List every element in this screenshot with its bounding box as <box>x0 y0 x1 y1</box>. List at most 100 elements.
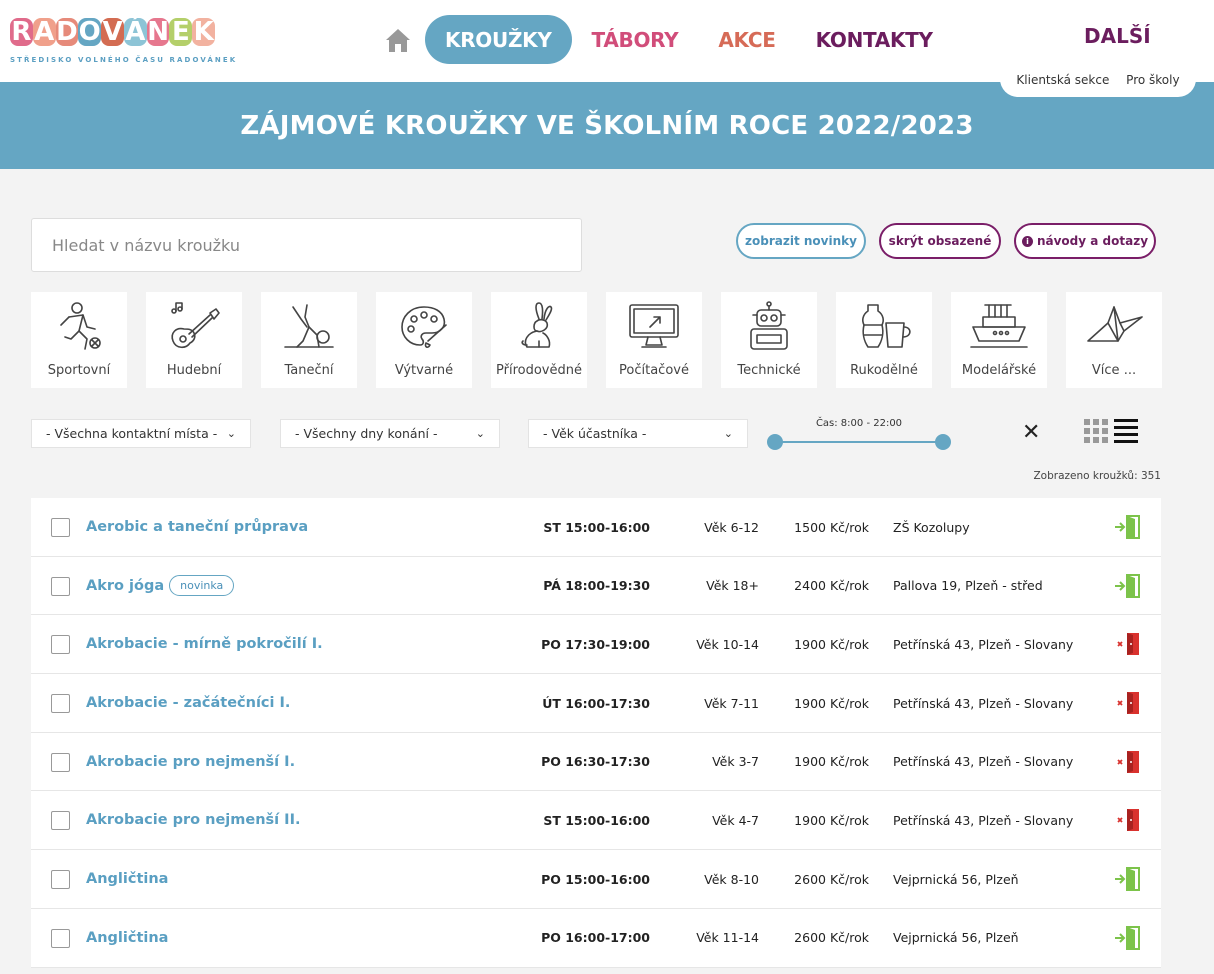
site-logo[interactable]: RADOVÁNEK STŘEDISKO VOLNÉHO ČASU RADOVÁN… <box>10 17 235 70</box>
category-hudebni[interactable]: Hudební <box>146 292 242 388</box>
enter-door-icon[interactable] <box>1113 866 1141 892</box>
course-name[interactable]: Angličtina <box>86 909 168 967</box>
full-door-icon <box>1117 809 1139 832</box>
category-pocitacove[interactable]: Počítačové <box>606 292 702 388</box>
course-place: Vejprnická 56, Plzeň <box>893 871 1019 887</box>
hide-full-button[interactable]: skrýt obsazené <box>879 223 1001 259</box>
days-select[interactable]: - Všechny dny konání - ⌄ <box>280 419 500 448</box>
course-age: Věk 3-7 <box>712 754 759 770</box>
nav-kontakty[interactable]: KONTAKTY <box>796 15 953 64</box>
course-name-text: Aerobic a taneční průprava <box>86 519 309 535</box>
logo-wordmark: RADOVÁNEK <box>10 17 216 47</box>
category-list: Sportovní Hudební Taneční Výtvarné Příro… <box>31 292 1162 388</box>
course-price: 2600 Kč/rok <box>794 930 869 946</box>
course-time: ST 15:00-16:00 <box>543 519 650 535</box>
place-select[interactable]: - Všechna kontaktní místa - ⌄ <box>31 419 251 448</box>
list-view-icon[interactable] <box>1114 419 1138 443</box>
course-price: 2600 Kč/rok <box>794 871 869 887</box>
category-modelarske[interactable]: Modelářské <box>951 292 1047 388</box>
age-select[interactable]: - Věk účastníka - ⌄ <box>528 419 748 448</box>
course-name-text: Akrobacie - začátečníci I. <box>86 695 291 712</box>
full-door-icon <box>1117 633 1139 656</box>
table-row[interactable]: Akrobacie - mírně pokročilí I. PO 17:30-… <box>31 615 1161 675</box>
sport-icon <box>60 302 101 350</box>
search-input[interactable] <box>31 218 582 272</box>
time-range-max-handle[interactable] <box>935 434 951 450</box>
nav-akce[interactable]: AKCE <box>698 15 795 64</box>
category-label: Přírodovědné <box>496 363 582 378</box>
help-button[interactable]: i návody a dotazy <box>1014 223 1156 259</box>
course-name[interactable]: Akrobacie pro nejmenší II. <box>86 791 300 849</box>
logo-letter: V <box>101 17 124 47</box>
category-vytvarne[interactable]: Výtvarné <box>376 292 472 388</box>
course-time: PO 16:30-17:30 <box>541 754 650 770</box>
category-label: Technické <box>737 363 801 378</box>
nav-tabory[interactable]: TÁBORY <box>572 15 699 64</box>
course-age: Věk 8-10 <box>704 871 759 887</box>
course-price: 1900 Kč/rok <box>794 695 869 711</box>
table-row[interactable]: Akrobacie - začátečníci I. ÚT 16:00-17:3… <box>31 674 1161 733</box>
show-news-button[interactable]: zobrazit novinky <box>736 223 866 259</box>
time-range-min-handle[interactable] <box>767 434 783 450</box>
row-checkbox[interactable] <box>51 752 70 772</box>
enter-door-icon[interactable] <box>1113 925 1141 951</box>
sub-nav: Klientská sekce Pro školy <box>1000 62 1196 97</box>
course-name[interactable]: Akrobacie - mírně pokročilí I. <box>86 615 323 673</box>
course-place: Petřínská 43, Plzeň - Slovany <box>893 812 1074 828</box>
table-row[interactable]: Aerobic a taneční průprava ST 15:00-16:0… <box>31 498 1161 557</box>
nav-dalsi[interactable]: DALŠÍ <box>1084 24 1151 48</box>
logo-letter: Á <box>123 17 147 47</box>
course-name-text: Akrobacie pro nejmenší I. <box>86 753 296 770</box>
row-checkbox[interactable] <box>51 811 70 831</box>
page-title: ZÁJMOVÉ KROUŽKY VE ŠKOLNÍM ROCE 2022/202… <box>240 110 974 141</box>
course-age: Věk 10-14 <box>696 636 759 652</box>
course-name[interactable]: Akro jóga novinka <box>86 557 235 615</box>
ship-icon <box>970 304 1028 348</box>
chevron-down-icon: ⌄ <box>475 427 485 440</box>
table-row[interactable]: Angličtina PO 16:00-17:00 Věk 11-14 2600… <box>31 909 1161 968</box>
table-row[interactable]: Akro jóga novinka PÁ 18:00-19:30 Věk 18+… <box>31 557 1161 616</box>
category-label: Rukodělné <box>850 363 918 378</box>
full-door-icon <box>1117 750 1139 773</box>
link-klientska-sekce[interactable]: Klientská sekce <box>1016 73 1109 87</box>
grid-view-icon[interactable] <box>1084 419 1108 443</box>
main-nav: KROUŽKY TÁBORY AKCE KONTAKTY <box>425 15 953 64</box>
table-row[interactable]: Angličtina PO 15:00-16:00 Věk 8-10 2600 … <box>31 850 1161 909</box>
row-checkbox[interactable] <box>51 635 70 655</box>
home-icon[interactable] <box>384 26 412 54</box>
chevron-down-icon: ⌄ <box>226 427 236 440</box>
row-checkbox[interactable] <box>51 576 70 596</box>
enter-door-icon[interactable] <box>1113 573 1141 599</box>
course-time: PÁ 18:00-19:30 <box>543 578 650 594</box>
table-row[interactable]: Akrobacie pro nejmenší I. PO 16:30-17:30… <box>31 733 1161 792</box>
link-pro-skoly[interactable]: Pro školy <box>1126 73 1179 87</box>
course-table: Aerobic a taneční průprava ST 15:00-16:0… <box>31 498 1161 968</box>
course-name-text: Angličtina <box>86 929 169 946</box>
enter-door-icon[interactable] <box>1113 514 1141 540</box>
category-vice[interactable]: Více ... <box>1066 292 1162 388</box>
course-time: PO 15:00-16:00 <box>541 871 650 887</box>
course-place: ZŠ Kozolupy <box>893 519 970 535</box>
category-tanecni[interactable]: Taneční <box>261 292 357 388</box>
course-name[interactable]: Angličtina <box>86 850 168 908</box>
nav-krouzky[interactable]: KROUŽKY <box>425 15 572 64</box>
course-price: 1900 Kč/rok <box>794 754 869 770</box>
category-sportovni[interactable]: Sportovní <box>31 292 127 388</box>
table-row[interactable]: Akrobacie pro nejmenší II. ST 15:00-16:0… <box>31 791 1161 851</box>
course-name[interactable]: Aerobic a taneční průprava <box>86 498 308 556</box>
course-name[interactable]: Akrobacie pro nejmenší I. <box>86 733 295 791</box>
course-name-text: Akro jóga <box>86 577 165 594</box>
clear-filters-icon[interactable]: ✕ <box>1022 420 1040 445</box>
course-name[interactable]: Akrobacie - začátečníci I. <box>86 674 290 732</box>
course-age: Věk 7-11 <box>704 695 759 711</box>
time-range-track[interactable] <box>775 441 943 443</box>
row-checkbox[interactable] <box>51 518 70 537</box>
category-rukodelne[interactable]: Rukodělné <box>836 292 932 388</box>
category-technicke[interactable]: Technické <box>721 292 817 388</box>
row-checkbox[interactable] <box>51 928 70 948</box>
category-prirodovedne[interactable]: Přírodovědné <box>491 292 587 388</box>
course-name-text: Angličtina <box>86 871 169 888</box>
row-checkbox[interactable] <box>51 870 70 890</box>
course-time: PO 17:30-19:00 <box>541 636 650 652</box>
row-checkbox[interactable] <box>51 694 70 714</box>
